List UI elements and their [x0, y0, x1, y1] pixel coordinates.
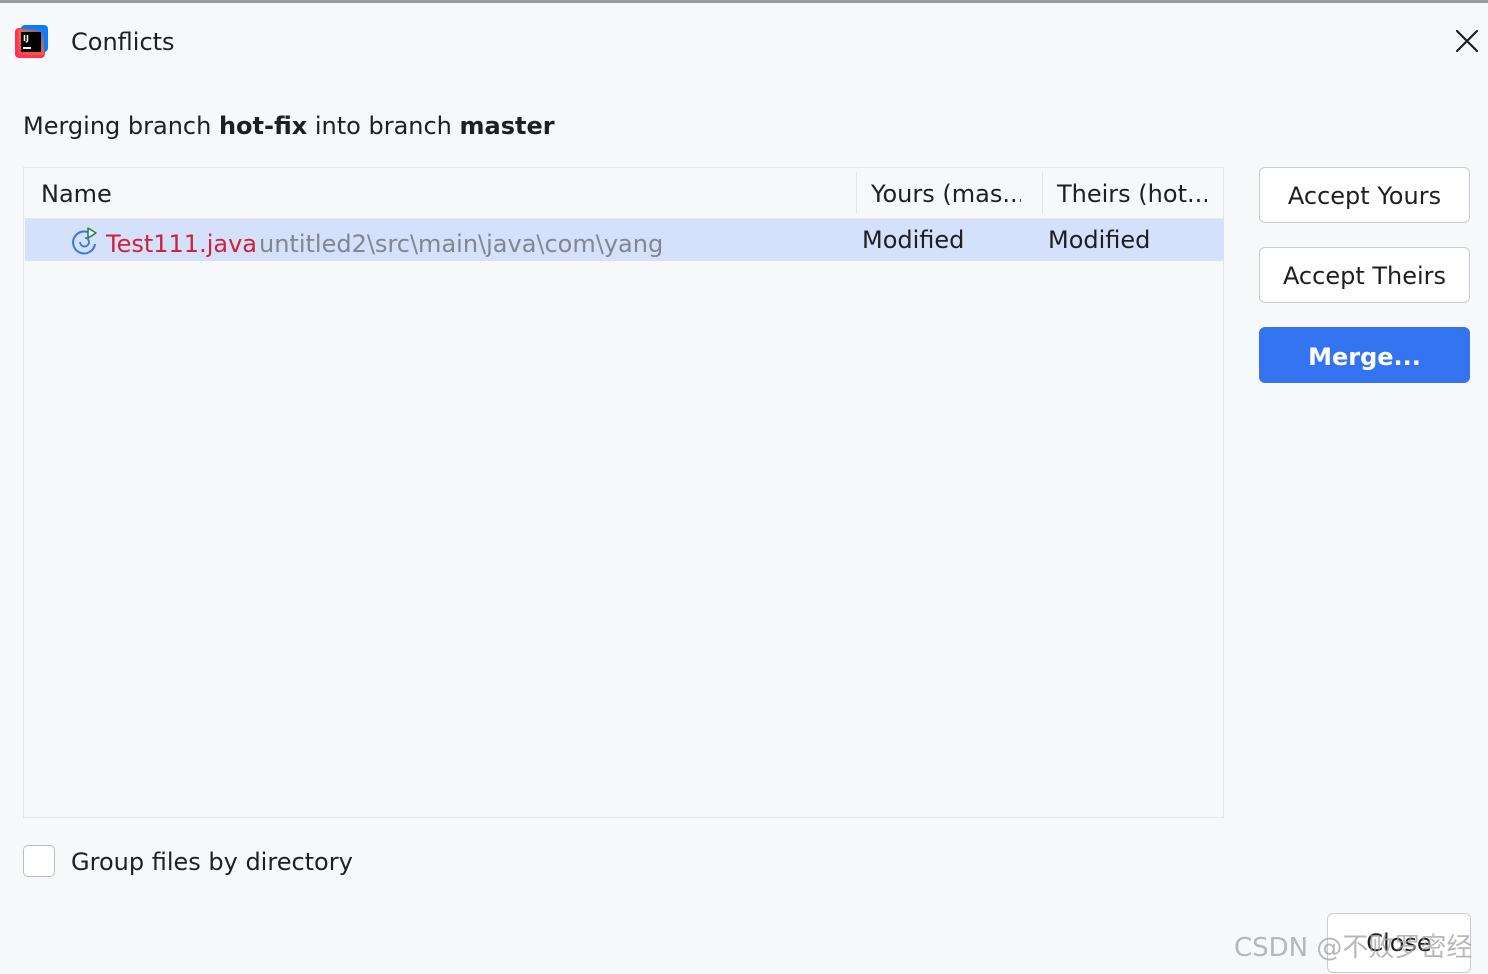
table-header: Name Yours (mas... Theirs (hot...	[24, 168, 1223, 219]
conflict-file-path: untitled2\src\main\java\com\yang	[259, 230, 664, 258]
close-icon[interactable]	[1450, 24, 1484, 58]
svg-text:IJ: IJ	[23, 34, 29, 43]
group-by-directory-label[interactable]: Group files by directory	[71, 844, 353, 880]
table-row[interactable]: Test111.java untitled2\src\main\java\com…	[25, 219, 1224, 261]
column-header-yours[interactable]: Yours (mas...	[871, 168, 1021, 218]
intellij-idea-icon: IJ	[15, 25, 48, 58]
yours-status: Modified	[862, 226, 965, 254]
conflict-refresh-icon	[72, 227, 97, 255]
merge-description-middle: into branch	[307, 112, 460, 140]
accept-theirs-button[interactable]: Accept Theirs	[1259, 247, 1470, 303]
accept-yours-button[interactable]: Accept Yours	[1259, 167, 1470, 223]
source-branch: hot-fix	[218, 112, 308, 140]
column-divider[interactable]	[1042, 172, 1043, 214]
dialog-title: Conflicts	[71, 28, 175, 56]
merge-description: Merging branch hot-fix into branch maste…	[23, 108, 555, 144]
close-button[interactable]: Close	[1327, 913, 1471, 973]
window-edge	[0, 0, 1488, 3]
target-branch: master	[459, 112, 555, 140]
column-header-name[interactable]: Name	[41, 168, 841, 218]
group-by-directory-checkbox[interactable]	[23, 845, 55, 877]
column-divider[interactable]	[856, 172, 857, 214]
theirs-status: Modified	[1048, 226, 1151, 254]
column-header-theirs[interactable]: Theirs (hot...	[1057, 168, 1207, 218]
conflicts-dialog: IJ Conflicts Merging branch hot-fix into…	[0, 0, 1488, 974]
merge-description-prefix: Merging branch	[23, 112, 219, 140]
merge-button[interactable]: Merge...	[1259, 327, 1470, 383]
conflicts-table: Name Yours (mas... Theirs (hot... Test11…	[23, 167, 1224, 818]
conflict-file-name: Test111.java	[106, 230, 257, 258]
